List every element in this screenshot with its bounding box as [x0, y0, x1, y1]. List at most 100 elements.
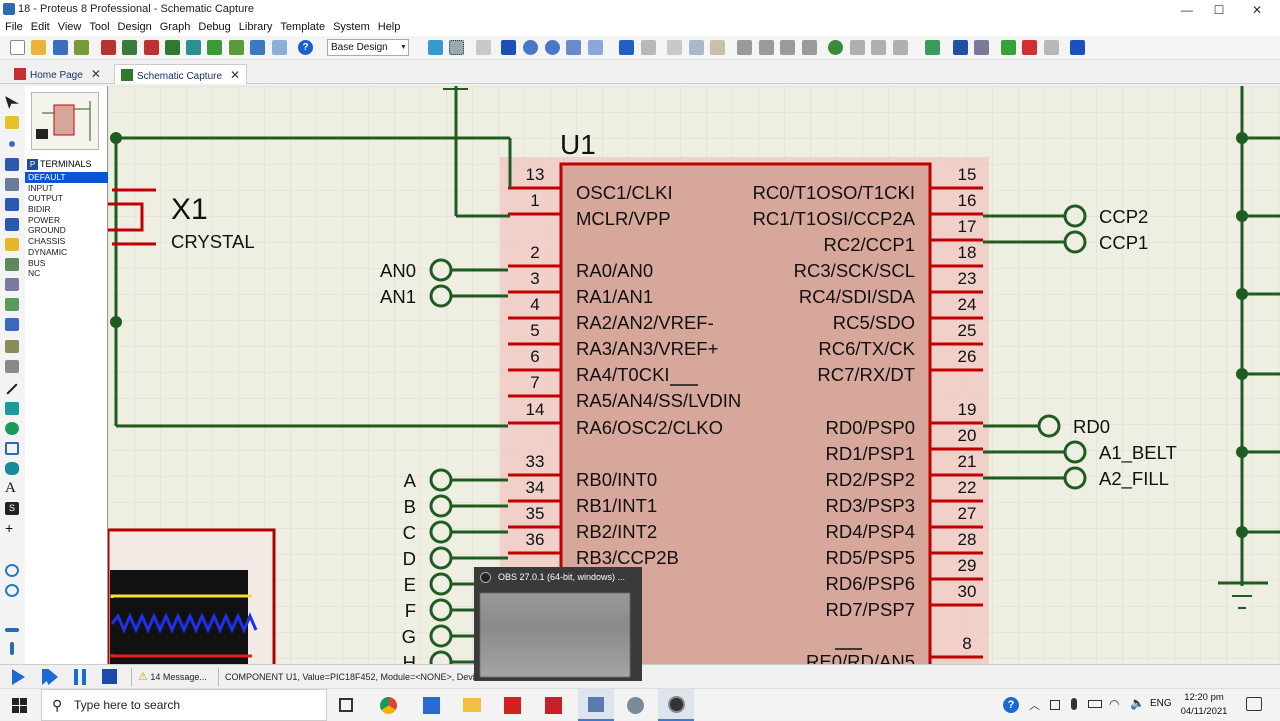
- list-item[interactable]: BUS: [25, 258, 108, 269]
- list-item[interactable]: OUTPUT: [25, 193, 108, 204]
- symbol-icon[interactable]: S: [5, 502, 19, 515]
- menu-library[interactable]: Library: [235, 20, 277, 33]
- generator-icon[interactable]: [5, 318, 19, 331]
- device-pins-icon[interactable]: [5, 258, 19, 271]
- schematic-drawing[interactable]: U1 13 OSC1/CLKI 1 MCLR/VPP 2 RA0/AN0 3 RA1/AN1 4 R…: [108, 86, 1280, 664]
- menu-graph[interactable]: Graph: [156, 20, 195, 33]
- redo-icon[interactable]: [641, 40, 656, 55]
- design-explorer-icon[interactable]: [1070, 40, 1085, 55]
- selection-mode-icon[interactable]: [5, 96, 19, 109]
- menu-view[interactable]: View: [54, 20, 86, 33]
- pick-device-icon[interactable]: [828, 40, 843, 55]
- menu-system[interactable]: System: [329, 20, 374, 33]
- decompose-icon[interactable]: [893, 40, 908, 55]
- junction-dot-icon[interactable]: [9, 141, 15, 147]
- play-icon[interactable]: [12, 669, 25, 685]
- app-icon[interactable]: [545, 697, 562, 714]
- app-icon[interactable]: [423, 697, 440, 714]
- line-icon[interactable]: [6, 383, 18, 395]
- rotate-clockwise-icon[interactable]: [5, 564, 19, 577]
- refresh-icon[interactable]: [428, 40, 443, 55]
- microphone-icon[interactable]: [1071, 698, 1077, 710]
- copy-icon[interactable]: [689, 40, 704, 55]
- menu-tool[interactable]: Tool: [85, 20, 113, 33]
- list-item[interactable]: DEFAULT: [25, 172, 108, 183]
- file-explorer-icon[interactable]: [463, 698, 481, 712]
- task-view-icon[interactable]: [339, 698, 353, 712]
- circle-icon[interactable]: [5, 422, 19, 435]
- buses-icon[interactable]: [5, 198, 19, 211]
- packaging-tool-icon[interactable]: [871, 40, 886, 55]
- virtual-instruments-icon[interactable]: [5, 360, 19, 373]
- menu-design[interactable]: Design: [114, 20, 156, 33]
- messages-indicator[interactable]: ⚠ 14 Message...: [131, 668, 217, 686]
- gerber-icon[interactable]: [165, 40, 180, 55]
- pcb-layout-icon[interactable]: [144, 40, 159, 55]
- chevron-up-icon[interactable]: ︿: [1029, 697, 1040, 713]
- wire-autorouter-icon[interactable]: [925, 40, 940, 55]
- menu-template[interactable]: Template: [276, 20, 329, 33]
- menu-file[interactable]: File: [1, 20, 27, 33]
- undo-icon[interactable]: [619, 40, 634, 55]
- block-delete-icon[interactable]: [802, 40, 817, 55]
- taskbar-search-input[interactable]: ⚲ Type here to search: [41, 689, 327, 721]
- acrobat-icon[interactable]: [504, 697, 521, 714]
- exit-to-parent-icon[interactable]: [1044, 40, 1059, 55]
- block-copy-icon[interactable]: [737, 40, 752, 55]
- terminals-icon[interactable]: [5, 238, 19, 251]
- tab-home-page[interactable]: Home Page ✕: [14, 64, 101, 84]
- component-mode-icon[interactable]: [5, 116, 19, 129]
- close-button[interactable]: ✕: [1234, 0, 1280, 20]
- list-item[interactable]: INPUT: [25, 183, 108, 194]
- step-icon[interactable]: [42, 669, 58, 685]
- menu-debug[interactable]: Debug: [194, 20, 234, 33]
- marker-icon[interactable]: +: [5, 521, 19, 535]
- close-icon[interactable]: ✕: [230, 68, 240, 82]
- project-icon[interactable]: [272, 40, 287, 55]
- obs-taskbar-button[interactable]: [658, 689, 694, 721]
- notes-icon[interactable]: [250, 40, 265, 55]
- wire-label-icon[interactable]: [5, 158, 19, 171]
- zoom-in-icon[interactable]: [523, 40, 538, 55]
- import-icon[interactable]: [74, 40, 89, 55]
- stop-icon[interactable]: [102, 669, 117, 684]
- volume-icon[interactable]: 🔈: [1130, 696, 1145, 710]
- subcircuit-icon[interactable]: [5, 218, 19, 231]
- close-icon[interactable]: ✕: [91, 67, 101, 81]
- help-icon[interactable]: ?: [1003, 697, 1019, 713]
- pan-icon[interactable]: [501, 40, 516, 55]
- text-script-icon[interactable]: [5, 178, 19, 191]
- path-icon[interactable]: [5, 462, 19, 475]
- menu-help[interactable]: Help: [374, 20, 405, 33]
- overview-preview[interactable]: [31, 92, 99, 150]
- obs-taskbar-preview[interactable]: OBS 27.0.1 (64-bit, windows) ...: [474, 567, 642, 681]
- pick-button[interactable]: P: [27, 159, 38, 170]
- proteus-taskbar-button[interactable]: [578, 689, 614, 721]
- paste-icon[interactable]: [710, 40, 725, 55]
- rotate-anticlockwise-icon[interactable]: [5, 584, 19, 597]
- 3d-viewer-icon[interactable]: [186, 40, 201, 55]
- new-file-icon[interactable]: [10, 40, 25, 55]
- remove-sheet-icon[interactable]: [1022, 40, 1037, 55]
- pause-icon[interactable]: [74, 669, 86, 685]
- search-tag-icon[interactable]: [953, 40, 968, 55]
- list-item[interactable]: CHASSIS: [25, 236, 108, 247]
- home-icon[interactable]: [101, 40, 116, 55]
- clock[interactable]: 12:20 pm 04/11/2021: [1176, 691, 1232, 719]
- wifi-icon[interactable]: ◠: [1109, 697, 1119, 711]
- mirror-y-icon[interactable]: [10, 642, 14, 655]
- zoom-all-icon[interactable]: [566, 40, 581, 55]
- windows-start-icon[interactable]: [12, 698, 27, 713]
- schematic-canvas[interactable]: U1 13 OSC1/CLKI 1 MCLR/VPP 2 RA0/AN0 3 RA1/AN1 4 R…: [108, 86, 1280, 664]
- schematic-icon[interactable]: [122, 40, 137, 55]
- language-indicator[interactable]: ENG: [1150, 698, 1172, 709]
- tab-schematic-capture[interactable]: Schematic Capture ✕: [114, 64, 248, 84]
- list-item[interactable]: POWER: [25, 215, 108, 226]
- help-icon[interactable]: ?: [298, 40, 313, 55]
- list-item[interactable]: DYNAMIC: [25, 247, 108, 258]
- zoom-out-icon[interactable]: [545, 40, 560, 55]
- battery-icon[interactable]: [1088, 700, 1102, 708]
- grid-icon[interactable]: [449, 40, 464, 55]
- bom-icon[interactable]: [207, 40, 222, 55]
- voltage-probe-icon[interactable]: [5, 340, 19, 353]
